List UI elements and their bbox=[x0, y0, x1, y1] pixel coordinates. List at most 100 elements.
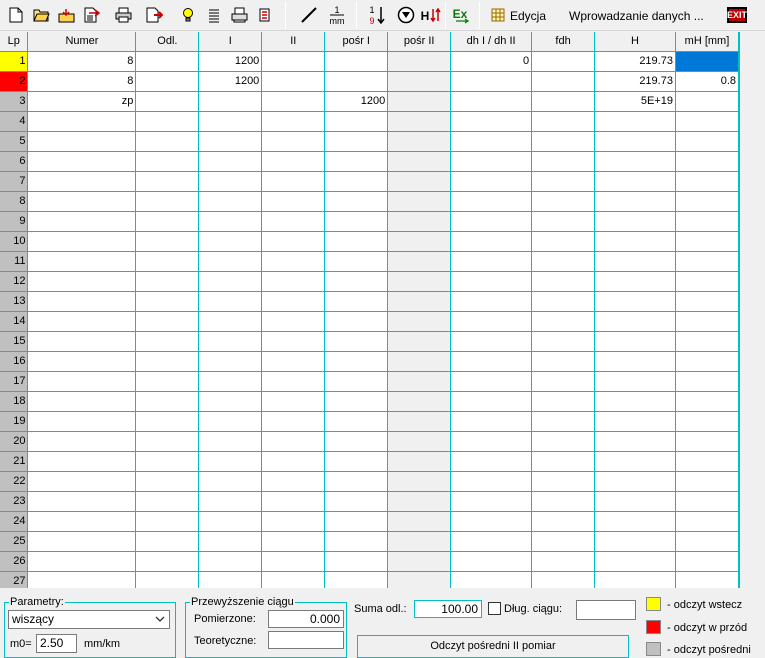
cell-posr1[interactable] bbox=[324, 271, 389, 292]
cell-posr2[interactable] bbox=[387, 231, 452, 252]
cell-h[interactable]: 219.73 bbox=[594, 71, 676, 92]
cell-odl[interactable] bbox=[135, 291, 200, 312]
cell-odl[interactable] bbox=[135, 431, 200, 452]
cell-fdh[interactable] bbox=[531, 351, 596, 372]
cell-mh[interactable]: 0.8 bbox=[675, 71, 739, 92]
cell-ii[interactable] bbox=[261, 531, 326, 552]
cell-h[interactable] bbox=[594, 451, 676, 472]
cell-i[interactable] bbox=[198, 391, 263, 412]
cell-numer[interactable] bbox=[27, 231, 137, 252]
cell-odl[interactable] bbox=[135, 191, 200, 212]
cell-mh[interactable] bbox=[675, 371, 739, 392]
cell-ii[interactable] bbox=[261, 331, 326, 352]
cell-dh[interactable] bbox=[450, 331, 533, 352]
cell-mh[interactable] bbox=[675, 231, 739, 252]
cell-fdh[interactable] bbox=[531, 91, 596, 112]
line-icon[interactable] bbox=[298, 4, 320, 26]
edit-label[interactable]: Edycja bbox=[510, 9, 546, 23]
cell-odl[interactable] bbox=[135, 391, 200, 412]
cell-posr1[interactable] bbox=[324, 151, 389, 172]
cell-i[interactable] bbox=[198, 431, 263, 452]
print-icon[interactable] bbox=[112, 4, 134, 26]
cell-odl[interactable] bbox=[135, 91, 200, 112]
col-header[interactable]: I bbox=[198, 32, 263, 52]
table-row[interactable]: 18 bbox=[0, 391, 739, 412]
cell-posr2[interactable] bbox=[387, 51, 452, 72]
cell-fdh[interactable] bbox=[531, 131, 596, 152]
cell-fdh[interactable] bbox=[531, 171, 596, 192]
cell-h[interactable] bbox=[594, 491, 676, 512]
cell-i[interactable] bbox=[198, 111, 263, 132]
table-row[interactable]: 20 bbox=[0, 431, 739, 452]
list-icon[interactable] bbox=[203, 4, 225, 26]
cell-numer[interactable] bbox=[27, 171, 137, 192]
table-row[interactable]: 14 bbox=[0, 311, 739, 332]
cell-odl[interactable] bbox=[135, 211, 200, 232]
cell-h[interactable] bbox=[594, 331, 676, 352]
cell-i[interactable] bbox=[198, 471, 263, 492]
cell-ii[interactable] bbox=[261, 451, 326, 472]
export-red-icon[interactable] bbox=[143, 4, 165, 26]
cell-numer[interactable] bbox=[27, 531, 137, 552]
cell-h[interactable] bbox=[594, 271, 676, 292]
sort-icon[interactable]: 19 bbox=[366, 4, 388, 26]
export-icon[interactable] bbox=[80, 4, 102, 26]
cell-ii[interactable] bbox=[261, 471, 326, 492]
cell-numer[interactable] bbox=[27, 271, 137, 292]
cell-mh[interactable] bbox=[675, 331, 739, 352]
cell-ii[interactable] bbox=[261, 271, 326, 292]
cell-mh[interactable] bbox=[675, 511, 739, 532]
table-row[interactable]: 22 bbox=[0, 471, 739, 492]
m0-input[interactable]: 2.50 bbox=[36, 634, 77, 653]
col-header[interactable]: Odl. bbox=[135, 32, 200, 52]
table-row[interactable]: 15 bbox=[0, 331, 739, 352]
cell-odl[interactable] bbox=[135, 231, 200, 252]
cell-dh[interactable] bbox=[450, 311, 533, 332]
cell-numer[interactable]: zp bbox=[27, 91, 137, 112]
cell-mh[interactable] bbox=[675, 251, 739, 272]
cell-ii[interactable] bbox=[261, 371, 326, 392]
cell-dh[interactable] bbox=[450, 231, 533, 252]
cell-dh[interactable] bbox=[450, 371, 533, 392]
cell-posr1[interactable] bbox=[324, 531, 389, 552]
cell-posr1[interactable] bbox=[324, 491, 389, 512]
cell-posr1[interactable] bbox=[324, 51, 389, 72]
cell-dh[interactable] bbox=[450, 511, 533, 532]
cell-numer[interactable] bbox=[27, 291, 137, 312]
cell-i[interactable] bbox=[198, 171, 263, 192]
cell-numer[interactable] bbox=[27, 191, 137, 212]
cell-numer[interactable] bbox=[27, 551, 137, 572]
cell-posr2[interactable] bbox=[387, 391, 452, 412]
cell-h[interactable] bbox=[594, 511, 676, 532]
cell-posr1[interactable] bbox=[324, 371, 389, 392]
cell-numer[interactable] bbox=[27, 151, 137, 172]
table-row[interactable]: 16 bbox=[0, 351, 739, 372]
cell-ii[interactable] bbox=[261, 431, 326, 452]
cell-odl[interactable] bbox=[135, 351, 200, 372]
cell-i[interactable] bbox=[198, 191, 263, 212]
cell-numer[interactable] bbox=[27, 391, 137, 412]
cell-posr1[interactable] bbox=[324, 291, 389, 312]
table-row[interactable]: 5 bbox=[0, 131, 739, 152]
cell-posr2[interactable] bbox=[387, 251, 452, 272]
cell-fdh[interactable] bbox=[531, 311, 596, 332]
cell-h[interactable] bbox=[594, 231, 676, 252]
col-header[interactable]: mH [mm] bbox=[675, 32, 739, 52]
table-row[interactable]: 23 bbox=[0, 491, 739, 512]
cell-posr1[interactable] bbox=[324, 311, 389, 332]
cell-odl[interactable] bbox=[135, 251, 200, 272]
cell-h[interactable] bbox=[594, 411, 676, 432]
cell-posr2[interactable] bbox=[387, 511, 452, 532]
cell-numer[interactable] bbox=[27, 371, 137, 392]
cell-odl[interactable] bbox=[135, 571, 200, 588]
cell-dh[interactable] bbox=[450, 251, 533, 272]
cell-h[interactable] bbox=[594, 391, 676, 412]
cell-ii[interactable] bbox=[261, 551, 326, 572]
cell-posr2[interactable] bbox=[387, 71, 452, 92]
cell-numer[interactable] bbox=[27, 251, 137, 272]
cell-odl[interactable] bbox=[135, 531, 200, 552]
cell-mh[interactable] bbox=[675, 571, 739, 588]
open-folder-icon[interactable] bbox=[30, 4, 52, 26]
cell-dh[interactable] bbox=[450, 151, 533, 172]
cell-posr2[interactable] bbox=[387, 111, 452, 132]
